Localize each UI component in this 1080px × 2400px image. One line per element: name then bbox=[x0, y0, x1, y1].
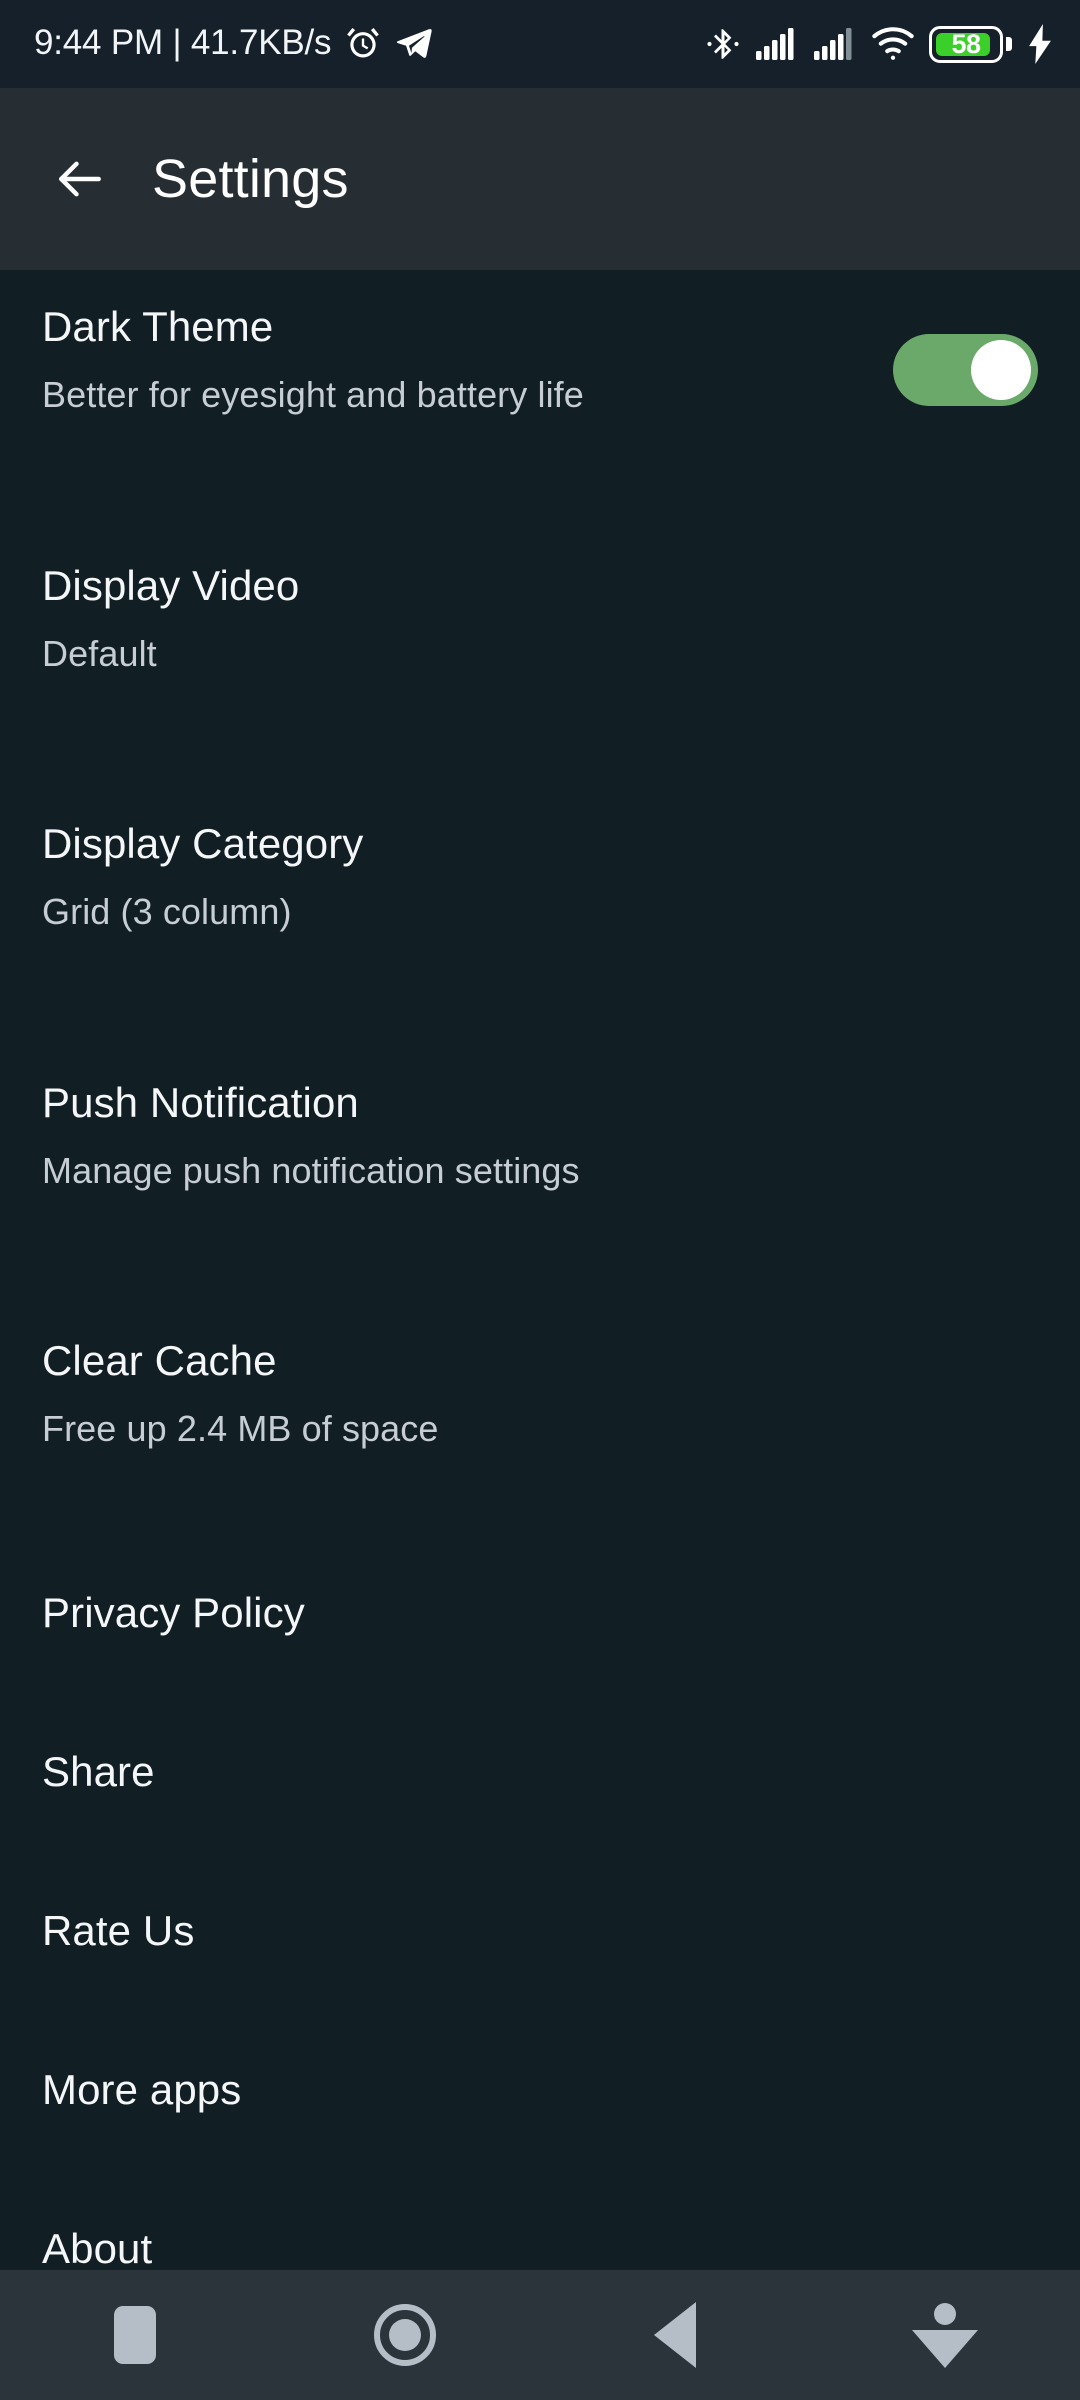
settings-row-more-apps[interactable]: More apps bbox=[0, 1952, 1080, 2111]
row-texts: About bbox=[42, 2228, 152, 2270]
row-title: More apps bbox=[42, 2066, 242, 2113]
circle-home-icon bbox=[374, 2304, 436, 2366]
settings-row-rate-us[interactable]: Rate Us bbox=[0, 1793, 1080, 1952]
settings-row-dark-theme[interactable]: Dark Theme Better for eyesight and batte… bbox=[0, 270, 1080, 413]
row-subtitle: Grid (3 column) bbox=[42, 891, 292, 932]
row-texts: Display Video Default bbox=[42, 565, 299, 672]
row-texts: Push Notification Manage push notificati… bbox=[42, 1082, 580, 1189]
row-texts: Clear Cache Free up 2.4 MB of space bbox=[42, 1340, 439, 1447]
signal-sim1-icon bbox=[756, 28, 794, 60]
row-texts: Dark Theme Better for eyesight and batte… bbox=[42, 306, 584, 413]
status-clock-network: 9:44 PM | 41.7KB/s bbox=[34, 23, 332, 62]
nav-button-collapse[interactable] bbox=[810, 2270, 1080, 2400]
settings-list[interactable]: Dark Theme Better for eyesight and batte… bbox=[0, 270, 1080, 2270]
battery-icon: 58 bbox=[929, 25, 1012, 63]
charging-bolt-icon bbox=[1029, 24, 1051, 64]
arrow-left-icon bbox=[59, 161, 101, 197]
nav-button-recents[interactable] bbox=[0, 2270, 270, 2400]
alarm-icon bbox=[347, 28, 380, 58]
battery-cap bbox=[1006, 37, 1012, 51]
settings-row-display-video[interactable]: Display Video Default bbox=[0, 413, 1080, 672]
row-subtitle: Manage push notification settings bbox=[42, 1150, 580, 1191]
settings-row-display-category[interactable]: Display Category Grid (3 column) bbox=[0, 672, 1080, 930]
dark-theme-toggle[interactable] bbox=[893, 334, 1038, 406]
settings-row-clear-cache[interactable]: Clear Cache Free up 2.4 MB of space bbox=[0, 1189, 1080, 1447]
collapse-chevron bbox=[912, 2329, 978, 2368]
row-texts: Share bbox=[42, 1751, 155, 1793]
row-title: Display Category bbox=[42, 820, 364, 867]
square-recents-icon bbox=[114, 2306, 156, 2364]
row-subtitle: Free up 2.4 MB of space bbox=[42, 1408, 439, 1449]
row-subtitle: Better for eyesight and battery life bbox=[42, 374, 584, 415]
nav-button-back[interactable] bbox=[540, 2270, 810, 2400]
nav-button-home[interactable] bbox=[270, 2270, 540, 2400]
row-title: Clear Cache bbox=[42, 1337, 277, 1384]
row-title: Dark Theme bbox=[42, 303, 274, 350]
row-title: Privacy Policy bbox=[42, 1589, 305, 1636]
status-bar: 9:44 PM | 41.7KB/s 58 bbox=[0, 0, 1080, 88]
page-title: Settings bbox=[152, 149, 349, 209]
battery-body: 58 bbox=[929, 25, 1003, 63]
settings-row-push-notification[interactable]: Push Notification Manage push notificati… bbox=[0, 930, 1080, 1189]
row-texts: Display Category Grid (3 column) bbox=[42, 823, 363, 930]
row-title: About bbox=[42, 2225, 153, 2270]
row-texts: More apps bbox=[42, 2069, 241, 2111]
row-title: Rate Us bbox=[42, 1907, 195, 1954]
settings-row-about[interactable]: About bbox=[0, 2111, 1080, 2270]
row-texts: Rate Us bbox=[42, 1910, 194, 1952]
wifi-icon bbox=[872, 27, 914, 60]
back-button[interactable] bbox=[48, 147, 112, 211]
app-toolbar: Settings bbox=[0, 88, 1080, 270]
signal-sim2-icon bbox=[814, 28, 852, 60]
collapse-keyboard-icon bbox=[912, 2302, 978, 2368]
telegram-icon bbox=[397, 28, 433, 58]
row-title: Share bbox=[42, 1748, 155, 1795]
row-title: Display Video bbox=[42, 562, 300, 609]
settings-row-privacy-policy[interactable]: Privacy Policy bbox=[0, 1447, 1080, 1634]
row-title: Push Notification bbox=[42, 1079, 359, 1126]
bluetooth-icon bbox=[707, 29, 739, 59]
triangle-back-icon bbox=[654, 2302, 696, 2368]
toggle-thumb bbox=[971, 340, 1031, 400]
row-subtitle: Default bbox=[42, 633, 157, 674]
battery-percent-label: 58 bbox=[951, 28, 981, 59]
status-bar-left: 9:44 PM | 41.7KB/s bbox=[34, 23, 433, 64]
row-texts: Privacy Policy bbox=[42, 1592, 305, 1634]
system-navigation-bar bbox=[0, 2270, 1080, 2400]
collapse-dot bbox=[934, 2302, 956, 2325]
status-bar-right: 58 bbox=[705, 24, 1054, 64]
settings-row-share[interactable]: Share bbox=[0, 1634, 1080, 1793]
